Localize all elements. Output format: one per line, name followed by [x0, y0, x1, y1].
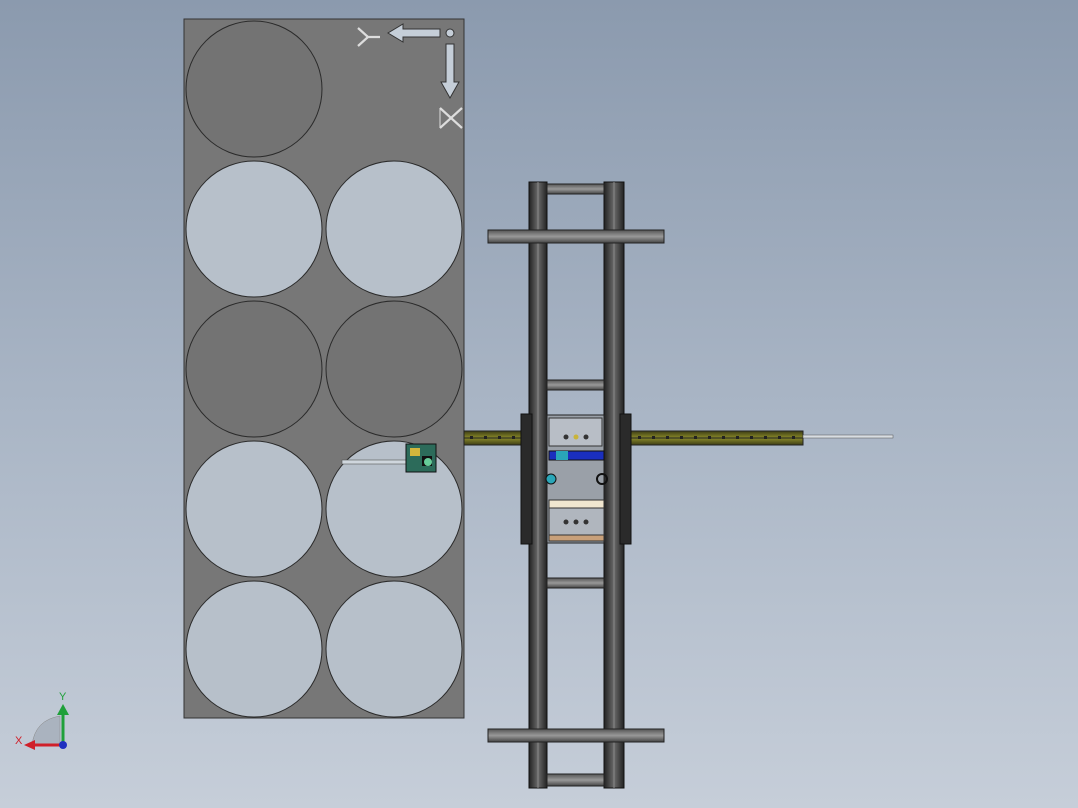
triad-y-label: Y — [59, 691, 67, 703]
well-r4-c1[interactable] — [185, 440, 323, 578]
well-r2-c1[interactable] — [185, 160, 323, 298]
triad-x-label: X — [15, 735, 23, 747]
probe-rod — [802, 434, 894, 439]
bottom-crossbar — [487, 728, 665, 743]
well-r3-c2[interactable] — [325, 300, 463, 438]
well-plate[interactable] — [183, 18, 465, 719]
well-r3-c1[interactable] — [185, 300, 323, 438]
top-crossbar — [487, 229, 665, 244]
coordinate-triad: Y X — [15, 691, 69, 750]
well-r5-c1[interactable] — [185, 580, 323, 718]
model-viewport[interactable]: Y X — [0, 0, 1078, 808]
well-r5-c2[interactable] — [325, 580, 463, 718]
well-r2-c2[interactable] — [325, 160, 463, 298]
well-r1-c1[interactable] — [185, 20, 323, 158]
